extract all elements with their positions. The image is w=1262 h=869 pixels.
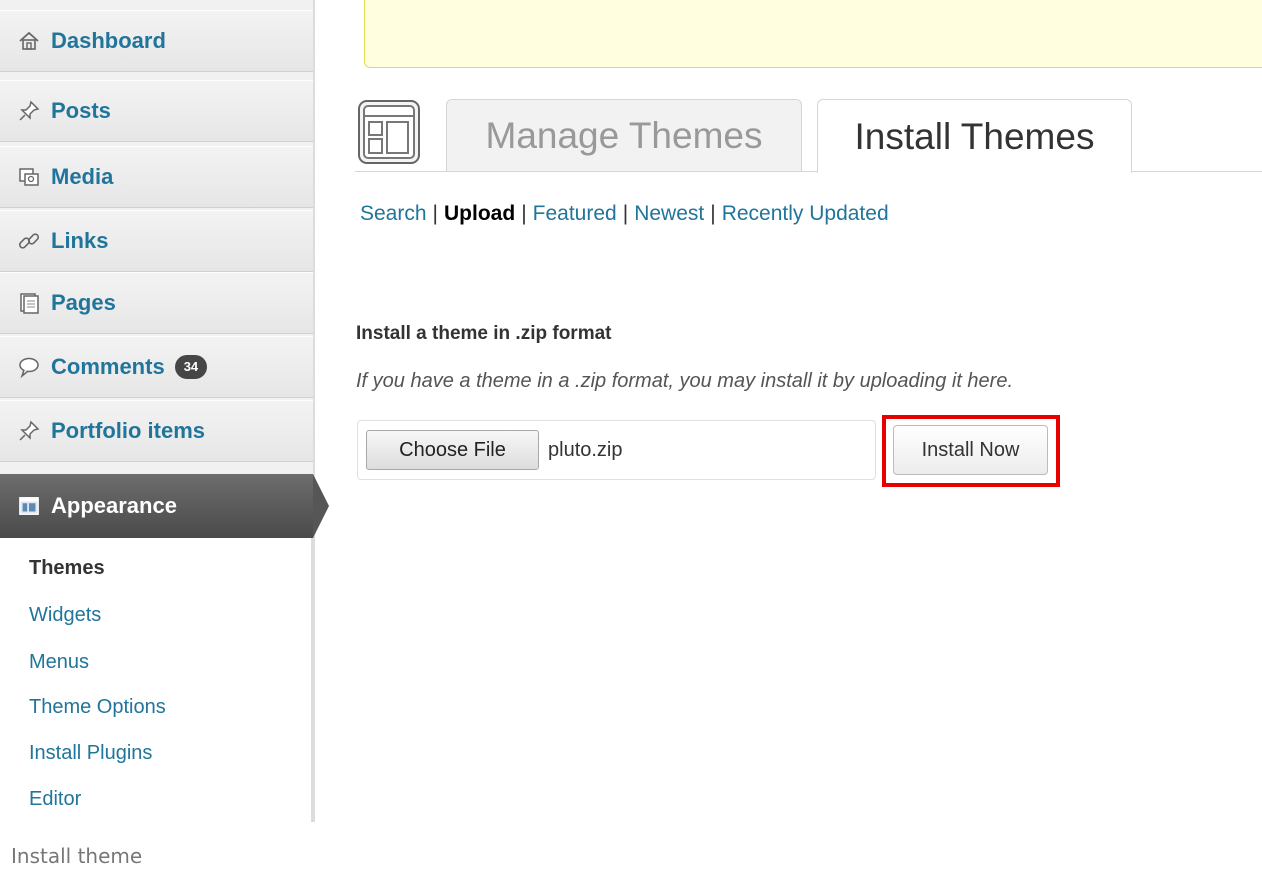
- appearance-submenu: Themes Widgets Menus Theme Options Insta…: [0, 538, 313, 822]
- submenu-item-theme-options[interactable]: Theme Options: [29, 696, 166, 719]
- sidebar-item-label: Appearance: [51, 493, 177, 518]
- active-tab-gap: [818, 170, 1131, 173]
- sidebar-item-label: Dashboard: [51, 28, 166, 53]
- install-now-button[interactable]: Install Now: [893, 425, 1048, 475]
- tab-manage-themes[interactable]: Manage Themes: [446, 99, 802, 171]
- subnav-separator: |: [521, 202, 527, 225]
- submenu-item-install-plugins[interactable]: Install Plugins: [29, 742, 152, 765]
- subnav-separator: |: [710, 202, 716, 225]
- comment-count-badge: 34: [174, 355, 208, 379]
- media-icon: [15, 163, 43, 191]
- pushpin-icon: [15, 97, 43, 125]
- admin-notice: [364, 0, 1262, 68]
- choose-file-button[interactable]: Choose File: [366, 430, 539, 470]
- upload-heading: Install a theme in .zip format: [356, 323, 612, 344]
- tab-install-themes[interactable]: Install Themes: [817, 99, 1132, 173]
- subnav-newest-link[interactable]: Newest: [634, 202, 704, 225]
- submenu-item-editor[interactable]: Editor: [29, 788, 81, 811]
- link-icon: [15, 227, 43, 255]
- sidebar-item-label: Links: [51, 228, 109, 253]
- subnav-search-link[interactable]: Search: [360, 202, 427, 225]
- sidebar-item-posts[interactable]: Posts: [0, 80, 313, 142]
- sidebar-item-label: Media: [51, 164, 114, 189]
- sidebar-item-label: Portfolio items: [51, 418, 206, 443]
- submenu-item-widgets[interactable]: Widgets: [29, 604, 101, 627]
- subnav-upload-link[interactable]: Upload: [444, 202, 515, 225]
- comment-icon: [15, 353, 43, 381]
- install-subnav: Search | Upload | Featured | Newest | Recently U…: [360, 202, 889, 226]
- sidebar-item-appearance[interactable]: Appearance: [0, 474, 329, 538]
- sidebar-item-comments[interactable]: Comments 34: [0, 336, 313, 398]
- subnav-recently-updated-link[interactable]: Recently Updated: [722, 202, 889, 225]
- pushpin-icon: [15, 417, 43, 445]
- sidebar-item-label: Pages: [51, 290, 116, 315]
- submenu-item-themes[interactable]: Themes: [29, 557, 105, 580]
- image-caption: Install theme: [11, 844, 143, 868]
- appearance-icon: [15, 492, 43, 520]
- home-icon: [15, 27, 43, 55]
- subnav-separator: |: [432, 202, 439, 225]
- themes-screen-icon: [358, 100, 420, 164]
- active-menu-arrow: [313, 474, 329, 538]
- file-input[interactable]: Choose File pluto.zip: [357, 420, 876, 480]
- subnav-separator: |: [622, 202, 629, 225]
- pages-icon: [15, 289, 43, 317]
- sidebar-item-links[interactable]: Links: [0, 210, 313, 272]
- submenu-item-menus[interactable]: Menus: [29, 651, 89, 674]
- sidebar-item-label: Comments: [51, 354, 165, 379]
- sidebar-item-dashboard[interactable]: Dashboard: [0, 10, 313, 72]
- sidebar-item-pages[interactable]: Pages: [0, 272, 313, 334]
- sidebar-item-media[interactable]: Media: [0, 146, 313, 208]
- sidebar-item-portfolio-items[interactable]: Portfolio items: [0, 400, 313, 462]
- upload-description: If you have a theme in a .zip format, yo…: [356, 370, 1014, 392]
- selected-file-name: pluto.zip: [548, 439, 623, 461]
- admin-sidebar: Dashboard Posts Media Links Pages Commen…: [0, 0, 329, 822]
- sidebar-item-label: Posts: [51, 98, 111, 123]
- subnav-featured-link[interactable]: Featured: [533, 202, 617, 225]
